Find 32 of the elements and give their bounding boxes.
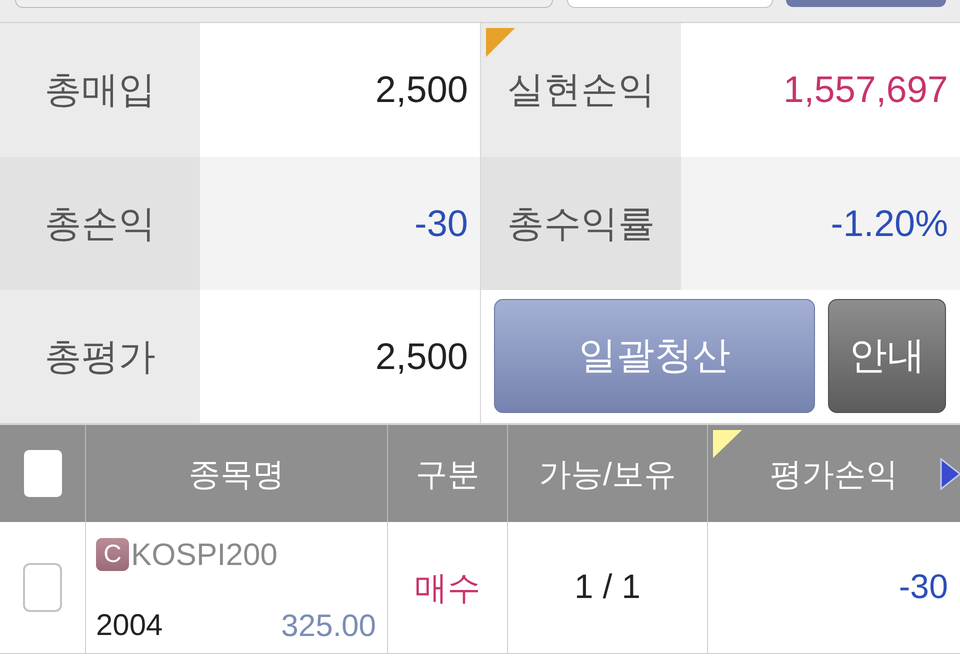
select-all-checkbox[interactable] — [24, 450, 62, 497]
column-header-label: 종목명 — [188, 454, 284, 494]
instrument-price: 325.00 — [281, 610, 376, 641]
summary-value: -1.20% — [830, 202, 948, 246]
column-header-label: 가능/보유 — [539, 454, 676, 494]
input-field[interactable] — [15, 0, 553, 8]
summary-value: -30 — [414, 202, 468, 246]
instrument-name: KOSPI200 — [131, 539, 278, 570]
action-button[interactable] — [786, 0, 946, 7]
profit-loss-value: -30 — [898, 567, 948, 608]
summary-value: 1,557,697 — [783, 68, 948, 112]
column-header[interactable]: 평가손익 — [708, 425, 960, 522]
arrow-right-icon[interactable] — [940, 458, 960, 490]
info-button[interactable]: 안내 — [828, 299, 946, 413]
summary-label: 총수익률 — [507, 202, 655, 246]
column-header-label: 평가손익 — [770, 454, 898, 494]
corner-marker-icon — [713, 430, 742, 458]
input-field[interactable] — [567, 0, 773, 8]
row-checkbox[interactable] — [23, 563, 62, 612]
order-side: 매수 — [414, 568, 480, 608]
instrument-code: 2004 — [96, 611, 163, 641]
type-badge: C — [96, 538, 129, 571]
quantity-value: 1 / 1 — [574, 567, 641, 608]
summary-label: 총평가 — [44, 334, 156, 379]
summary-label: 실현손익 — [507, 68, 655, 112]
liquidate-all-button[interactable]: 일괄청산 — [494, 299, 815, 413]
summary-value: 2,500 — [375, 334, 468, 379]
summary-label: 총손익 — [44, 202, 156, 246]
summary-value: 2,500 — [375, 68, 468, 112]
corner-marker-icon — [486, 28, 515, 57]
column-header-label: 구분 — [416, 454, 480, 494]
summary-label: 총매입 — [44, 68, 156, 112]
